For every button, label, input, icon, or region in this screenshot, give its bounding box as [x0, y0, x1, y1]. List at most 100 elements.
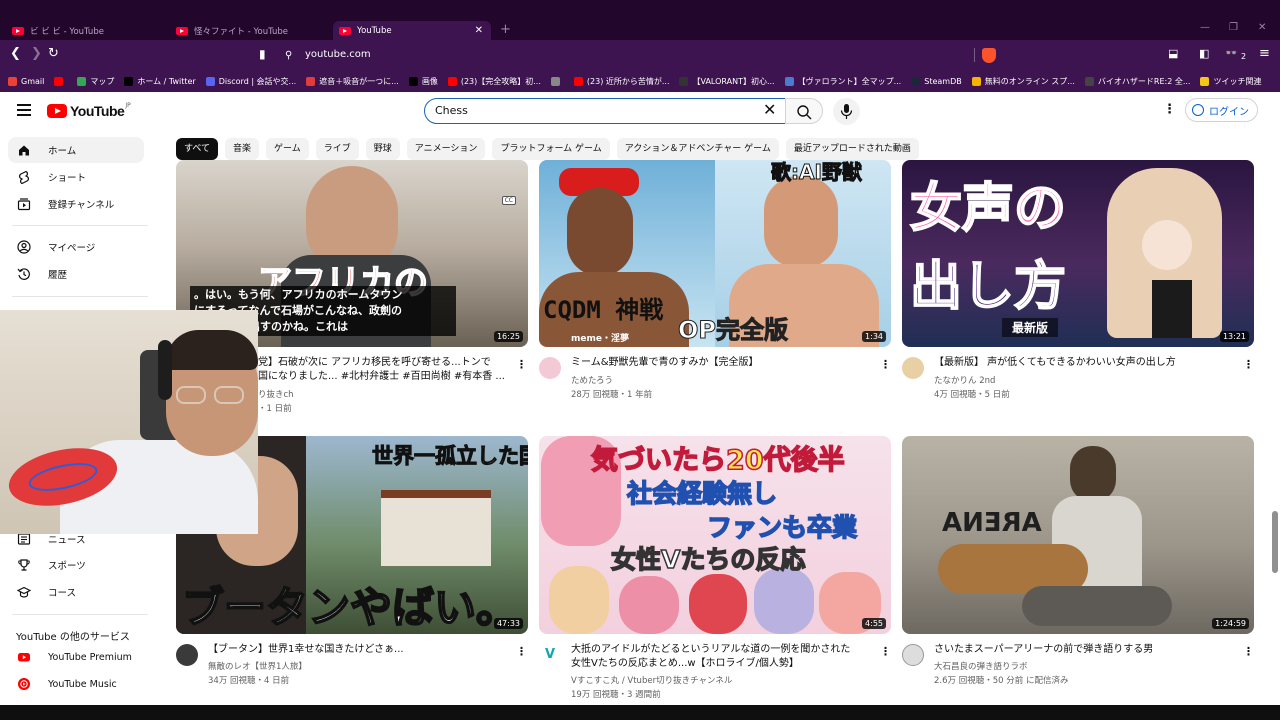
- bookmark-item[interactable]: Discord | 会話や交...: [205, 76, 296, 87]
- restore-icon[interactable]: ❐: [1229, 22, 1238, 33]
- close-window-icon[interactable]: ✕: [1258, 22, 1266, 33]
- scrollbar-track[interactable]: [1270, 130, 1280, 705]
- youtube-logo[interactable]: YouTube JP: [47, 102, 131, 119]
- thumbnail-face-left: [567, 188, 633, 276]
- back-icon[interactable]: ❮: [10, 47, 21, 61]
- video-menu-icon[interactable]: ⋮: [880, 645, 891, 658]
- sidebar-item-sports[interactable]: スポーツ: [8, 552, 144, 578]
- youtube-premium-icon: [17, 650, 31, 664]
- menu-icon[interactable]: ≡: [1259, 47, 1270, 61]
- video-title[interactable]: さいたまスーパーアリーナの前で弾き語りする男: [934, 643, 1234, 659]
- bookmark-icon[interactable]: ▮: [259, 47, 266, 61]
- scrollbar-thumb[interactable]: [1272, 511, 1278, 573]
- video-channel[interactable]: Vすこすこ丸 / Vtuber切り抜きチャンネル: [571, 674, 732, 686]
- minimize-icon[interactable]: —: [1200, 22, 1210, 33]
- channel-avatar[interactable]: [902, 357, 924, 379]
- address-bar[interactable]: youtube.com: [305, 49, 371, 60]
- video-thumbnail[interactable]: 女声の 出し方 最新版 13:21: [902, 160, 1254, 347]
- video-menu-icon[interactable]: ⋮: [880, 358, 891, 371]
- bookmark-item[interactable]: SteamDB: [911, 76, 962, 86]
- video-title[interactable]: 【最新版】 声が低くてもできるかわいい女声の出し方: [934, 356, 1234, 372]
- bookmark-item[interactable]: 画像: [408, 76, 438, 87]
- bookmark-item[interactable]: Gmail: [8, 76, 44, 86]
- category-chip[interactable]: プラットフォーム ゲーム: [492, 138, 610, 160]
- video-menu-icon[interactable]: ⋮: [1243, 358, 1254, 371]
- category-chip[interactable]: 野球: [365, 138, 400, 160]
- browser-tab[interactable]: ビ ビ ビ - YouTube: [8, 21, 168, 40]
- settings-more-icon[interactable]: ⋮: [1163, 102, 1176, 117]
- sidebar-item-youtube-premium[interactable]: YouTube Premium: [8, 644, 144, 670]
- bookmark-item[interactable]: 無料のオンライン スプ...: [971, 76, 1075, 87]
- channel-avatar[interactable]: [902, 644, 924, 666]
- sidebar-icon[interactable]: ◧: [1199, 47, 1209, 61]
- new-tab-icon[interactable]: +: [500, 22, 511, 37]
- sidebar-item-course[interactable]: コース: [8, 579, 144, 605]
- sidebar-item-label: 履歴: [48, 270, 68, 281]
- bookmark-item[interactable]: [550, 76, 564, 86]
- hamburger-menu-icon[interactable]: [17, 104, 31, 119]
- video-thumbnail[interactable]: ARENA 1:24:59: [902, 436, 1254, 634]
- login-button[interactable]: ログイン: [1185, 98, 1258, 122]
- video-channel[interactable]: 大石昌良の弾き語りラボ: [934, 660, 1028, 672]
- divider: [974, 48, 975, 62]
- video-title[interactable]: ミーム&野獣先輩で青のすみか【完全版】: [571, 356, 871, 372]
- bookmark-item[interactable]: (23)【完全攻略】初...: [447, 76, 541, 87]
- clear-search-icon[interactable]: ✕: [763, 101, 776, 119]
- bookmark-label: 無料のオンライン スプ...: [984, 76, 1075, 86]
- video-menu-icon[interactable]: ⋮: [516, 645, 527, 658]
- bookmark-item[interactable]: ツイッチ関連: [1200, 76, 1261, 87]
- category-chip[interactable]: アニメーション: [406, 138, 486, 160]
- thumbnail-overlay-text: CQDM 神戦: [543, 296, 664, 324]
- sidebar-item-shorts[interactable]: ショート: [8, 164, 144, 190]
- wallet-icon[interactable]: 👓: [1225, 47, 1237, 61]
- video-thumbnail[interactable]: 気づいたら20代後半 社会経験無し ファンも卒業 女性Vたちの反応 4:55: [539, 436, 891, 634]
- forward-icon[interactable]: ❯: [31, 47, 42, 61]
- search-button[interactable]: [785, 98, 823, 124]
- bookmark-item[interactable]: 遮音＋吸音が一つに...: [306, 76, 399, 87]
- extension-badge: 2: [1241, 52, 1247, 61]
- browser-tab-active[interactable]: YouTube ✕: [333, 21, 491, 40]
- close-tab-icon[interactable]: ✕: [475, 25, 483, 36]
- sidebar-item-youtube-music[interactable]: YouTube Music: [8, 671, 144, 697]
- sidebar-item-label: YouTube Music: [48, 678, 117, 690]
- trophy-icon: [17, 558, 31, 572]
- download-icon[interactable]: ⬓: [1168, 47, 1178, 61]
- bookmark-item[interactable]: 【ヴァロラント】全マップ...: [784, 76, 901, 87]
- category-chip[interactable]: アクション＆アドベンチャー ゲーム: [616, 138, 779, 160]
- video-menu-icon[interactable]: ⋮: [516, 358, 527, 371]
- brave-shield-icon[interactable]: [982, 48, 996, 63]
- site-info-icon[interactable]: ⚲: [285, 49, 292, 63]
- video-channel[interactable]: ためたろう: [571, 374, 613, 386]
- channel-avatar[interactable]: [539, 357, 561, 379]
- search-input[interactable]: Chess: [424, 98, 786, 124]
- bookmark-item[interactable]: ホーム / Twitter: [124, 76, 196, 87]
- category-chip[interactable]: 音楽: [225, 138, 260, 160]
- bookmark-item[interactable]: [54, 76, 67, 86]
- reload-icon[interactable]: ↻: [48, 47, 59, 61]
- video-title[interactable]: 党】石破が次に アフリカ移民を呼び寄せる...トンで 国になりました... #北…: [258, 356, 513, 386]
- sidebar-item-subscriptions[interactable]: 登録チャンネル: [8, 191, 144, 217]
- category-chip[interactable]: ゲーム: [266, 138, 309, 160]
- sidebar-item-history[interactable]: 履歴: [8, 261, 144, 287]
- category-chip[interactable]: ライブ: [315, 138, 359, 160]
- video-thumbnail[interactable]: 歌:AI野獣 CQDM 神戦 OP完全版 meme・淫夢 1:34: [539, 160, 891, 347]
- sidebar-item-home[interactable]: ホーム: [8, 137, 144, 163]
- video-menu-icon[interactable]: ⋮: [1243, 645, 1254, 658]
- category-chip[interactable]: 最近アップロードされた動画: [785, 138, 919, 160]
- category-chip[interactable]: すべて: [176, 138, 219, 160]
- channel-avatar[interactable]: [176, 644, 198, 666]
- video-title[interactable]: 大抵のアイドルがたどるというリアルな道の一例を聞かされた 女性Vたちの反応まとめ…: [571, 643, 871, 673]
- browser-tab[interactable]: 怪々ファイト - YouTube: [172, 21, 332, 40]
- bookmark-item[interactable]: マップ: [77, 76, 114, 87]
- video-channel[interactable]: たなかりん 2nd: [934, 374, 995, 386]
- video-title[interactable]: 【ブータン】世界1幸せな国きたけどさぁ...: [208, 643, 508, 659]
- voice-search-button[interactable]: [833, 98, 860, 125]
- video-channel[interactable]: り抜きch: [258, 388, 294, 400]
- bookmark-item[interactable]: バイオハザードRE:2 全...: [1084, 76, 1190, 87]
- bookmark-item[interactable]: (23) 近所から苦情が...: [573, 76, 669, 87]
- channel-avatar[interactable]: V: [539, 644, 561, 666]
- video-channel[interactable]: 無敵のレオ【世界1人旅】: [208, 660, 307, 672]
- bookmark-item[interactable]: 【VALORANT】初心...: [679, 76, 775, 87]
- sidebar-item-mypage[interactable]: マイページ: [8, 234, 144, 260]
- video-meta: 28万 回視聴・1 年前: [571, 390, 653, 400]
